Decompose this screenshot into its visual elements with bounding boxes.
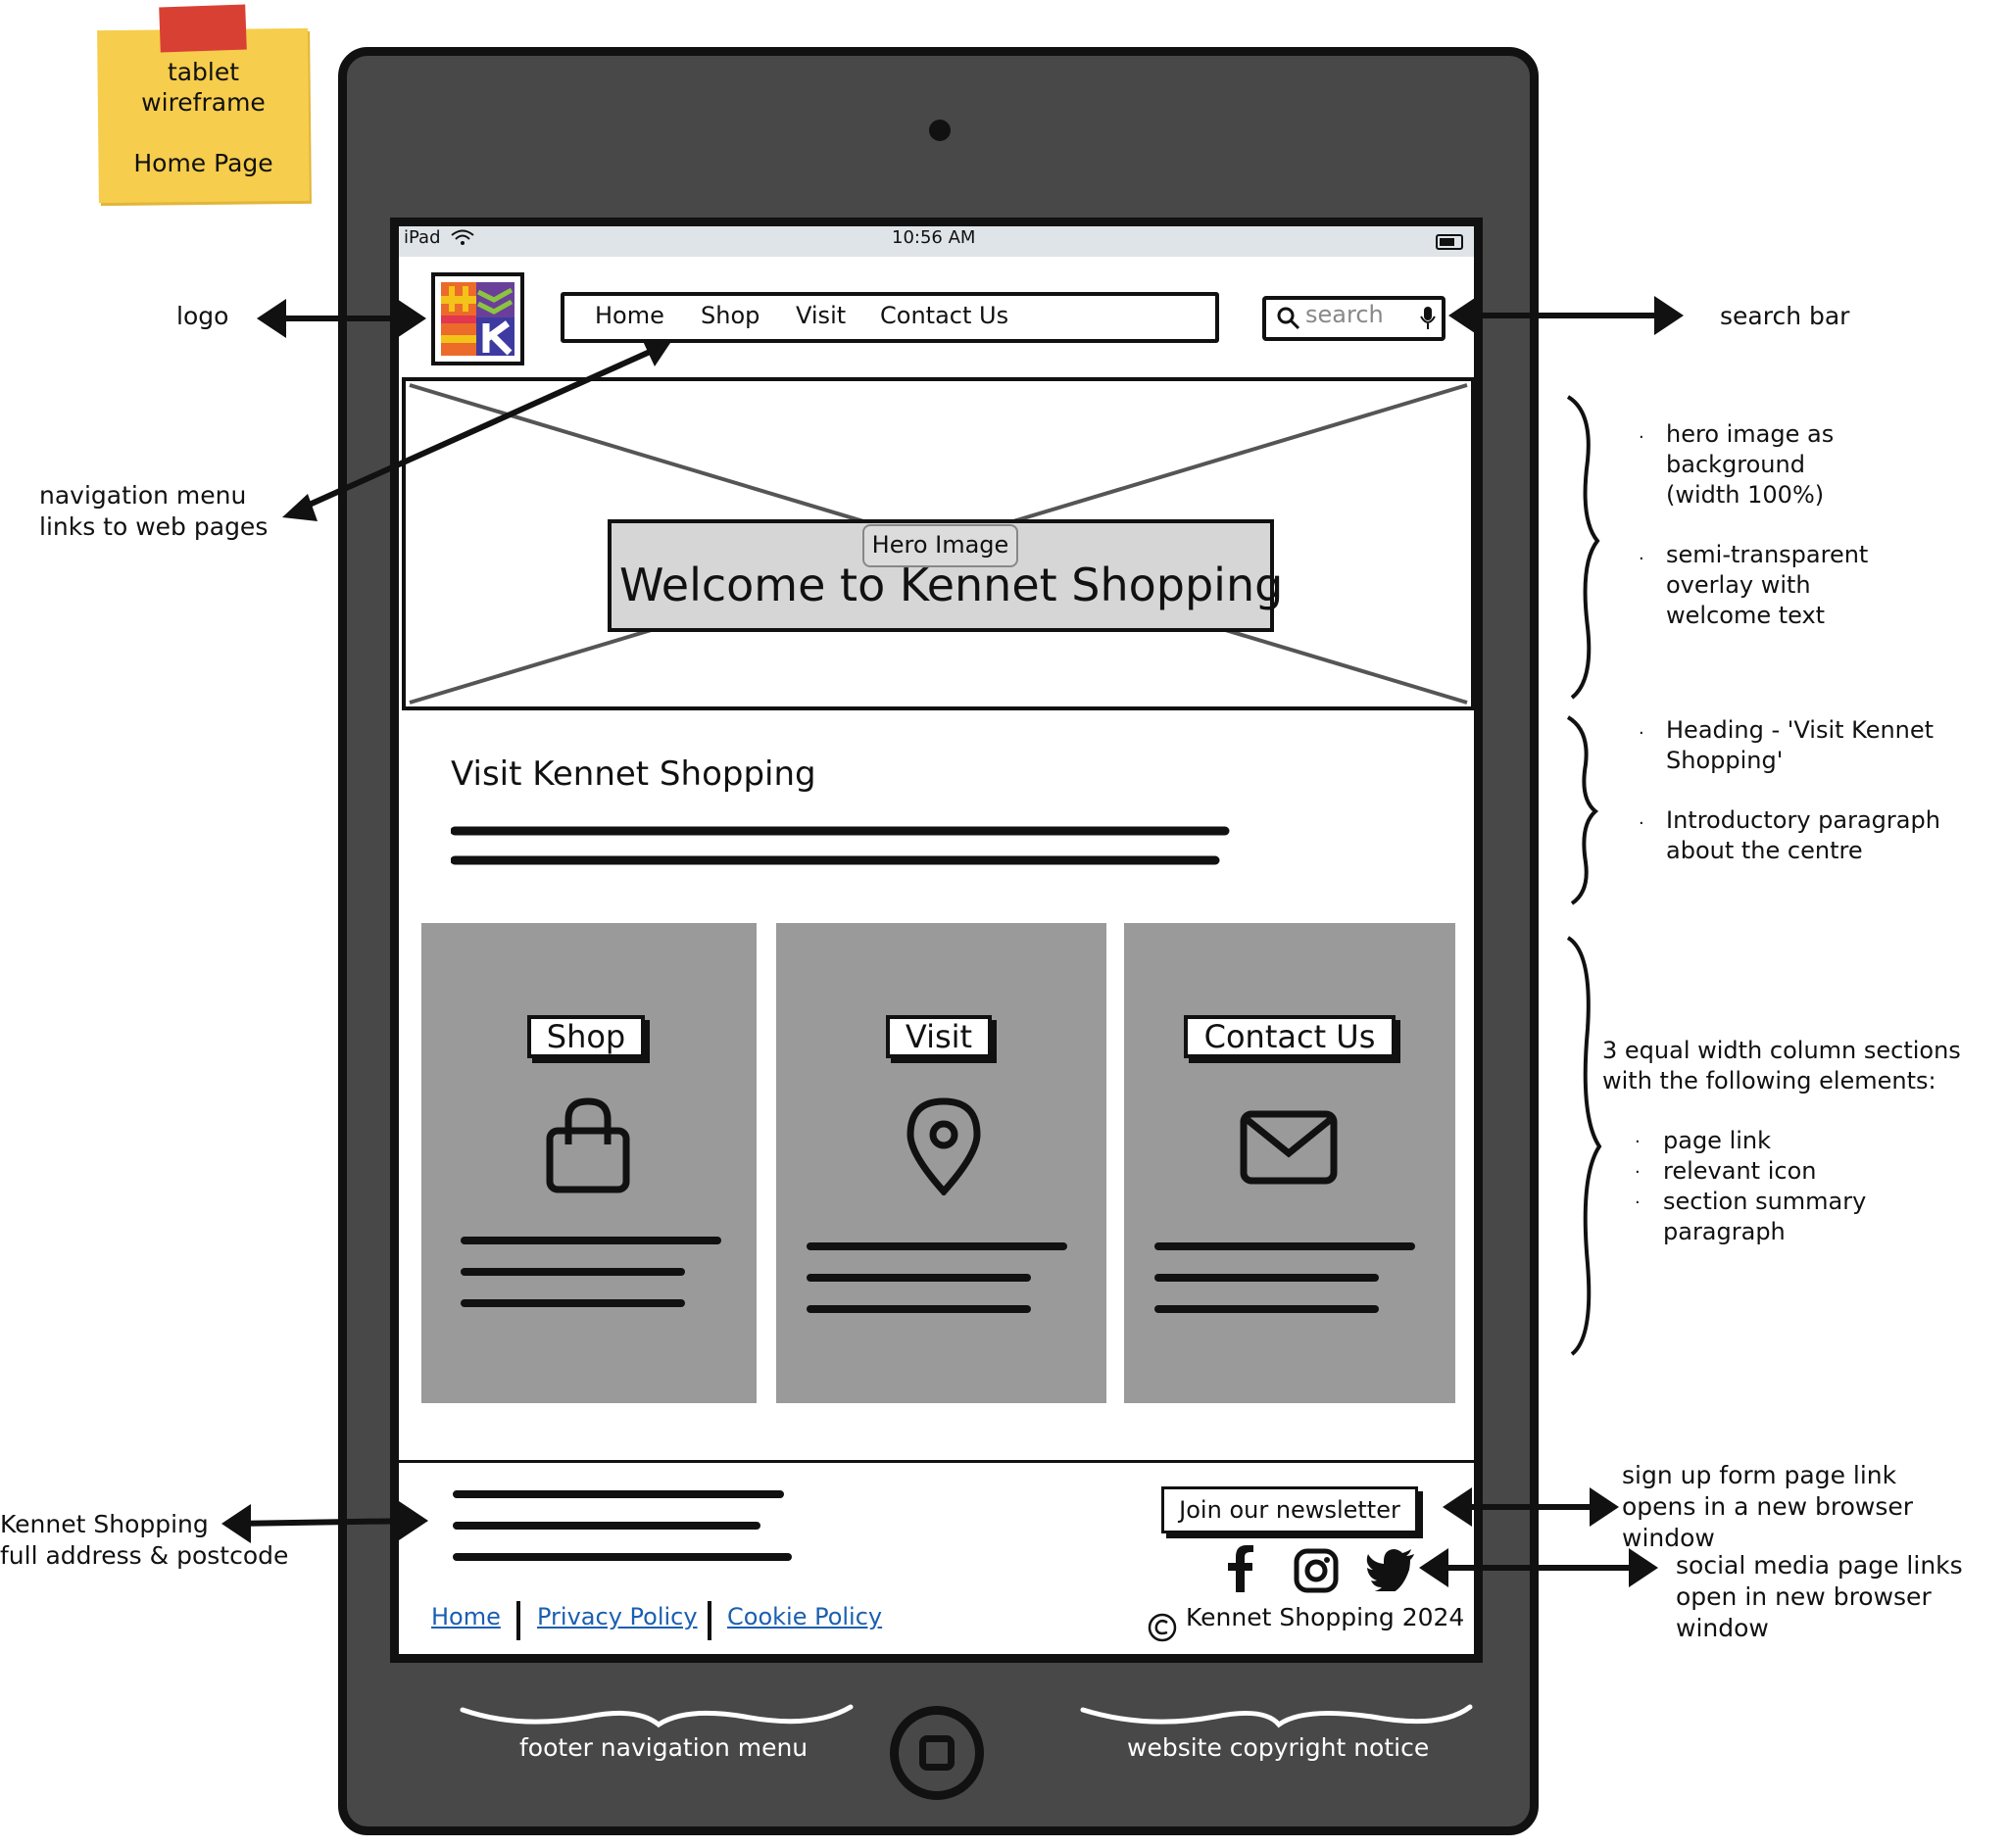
annotation-columns: 3 equal width column sections with the f… <box>1602 1036 1961 1247</box>
annotation-signup: sign up form page link opens in a new br… <box>1622 1460 2009 1554</box>
annotation-address-line-2: full address & postcode <box>0 1541 289 1570</box>
annotation-copyright: website copyright notice <box>1127 1733 1430 1762</box>
bullet-icon: · <box>1639 723 1644 744</box>
annotation-signup-line-1: sign up form page link <box>1622 1461 1897 1489</box>
annotation-cols-line-4: relevant icon <box>1663 1157 1817 1185</box>
annotation-hero-line-6: welcome text <box>1666 602 1826 629</box>
bullet-icon: · <box>1639 813 1644 834</box>
annotation-address: Kennet Shopping full address & postcode <box>0 1509 288 1572</box>
annotation-heading-line-1: Heading - 'Visit Kennet <box>1666 716 1935 744</box>
annotation-address-line-1: Kennet Shopping <box>0 1510 209 1538</box>
annotation-cols-line-6: paragraph <box>1663 1218 1786 1245</box>
bullet-icon: · <box>1639 427 1644 448</box>
annotation-cols-line-3: page link <box>1663 1127 1772 1154</box>
annotation-footer-nav: footer navigation menu <box>519 1733 808 1762</box>
annotation-cols-line-2: with the following elements: <box>1602 1067 1936 1094</box>
annotation-search-bar: search bar <box>1720 302 1850 330</box>
annotation-logo: logo <box>176 302 229 330</box>
annotation-hero-line-1: hero image as <box>1666 420 1835 448</box>
annotation-cols-line-1: 3 equal width column sections <box>1602 1037 1961 1064</box>
annotation-hero: hero image as background (width 100%) se… <box>1666 419 1868 631</box>
annotation-hero-line-3: (width 100%) <box>1666 481 1825 509</box>
annotation-social-line-1: social media page links <box>1676 1551 1963 1580</box>
annotation-nav-line-1: navigation menu <box>39 481 247 510</box>
annotation-hero-line-4: semi-transparent <box>1666 541 1869 568</box>
annotation-hero-line-2: background <box>1666 451 1805 478</box>
bullet-icon: · <box>1639 549 1644 569</box>
annotation-social-line-2: open in new browser window <box>1676 1582 1932 1642</box>
annotation-heading-line-2: Shopping' <box>1666 747 1784 774</box>
annotation-signup-line-2: opens in a new browser window <box>1622 1492 1914 1552</box>
annotation-hero-line-5: overlay with <box>1666 571 1811 599</box>
bullet-icon: · <box>1635 1132 1641 1152</box>
bullet-icon: · <box>1635 1192 1641 1213</box>
annotation-heading: Heading - 'Visit Kennet Shopping' Introd… <box>1666 715 1940 866</box>
annotation-nav-line-2: links to web pages <box>39 512 269 541</box>
annotation-heading-line-3: Introductory paragraph <box>1666 806 1940 834</box>
annotation-cols-line-5: section summary <box>1663 1188 1867 1215</box>
annotation-social: social media page links open in new brow… <box>1676 1550 2009 1644</box>
annotation-heading-line-4: about the centre <box>1666 837 1863 864</box>
bullet-icon: · <box>1635 1162 1641 1183</box>
annotation-nav-menu: navigation menu links to web pages <box>39 480 268 543</box>
